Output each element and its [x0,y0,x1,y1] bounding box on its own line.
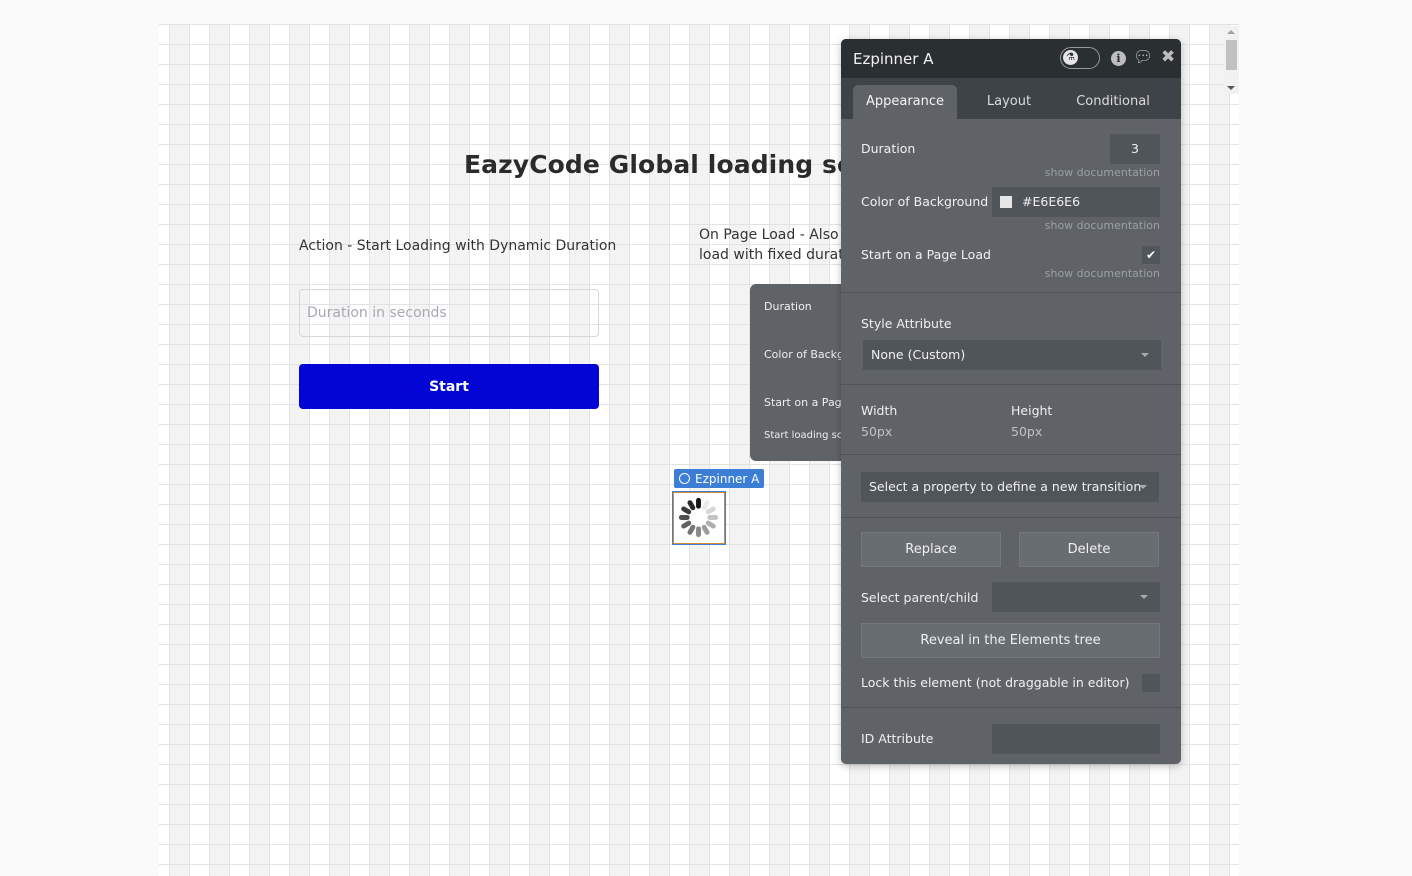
color-bg-doc-link[interactable]: show documentation [1045,219,1160,232]
start-on-load-checkbox[interactable]: ✔ [1142,246,1160,264]
chevron-down-icon [1140,595,1148,599]
spinner-petal [707,515,719,520]
spinner-petal [678,515,690,520]
color-bg-label: Color of Background [861,194,989,209]
divider [841,454,1181,455]
divider [841,707,1181,708]
element-circle-icon [679,473,690,484]
replace-button[interactable]: Replace [861,532,1001,567]
divider [841,517,1181,518]
id-attribute-label: ID Attribute [861,731,934,746]
duration-input[interactable] [299,289,599,337]
property-editor-panel: Ezpinner A ⚗ i 💬︎ ✖ Appearance Layout Co… [841,39,1181,764]
spinner-petal [696,497,701,509]
close-icon[interactable]: ✖ [1161,47,1175,67]
spinner-element[interactable] [672,491,726,545]
tab-conditional[interactable]: Conditional [1063,85,1163,119]
background-property-panel[interactable]: Duration Color of Backgr Start on a Page… [750,284,850,461]
width-label: Width [861,403,898,418]
ghost-start-label: Start on a Page [764,396,849,409]
parent-child-select[interactable] [992,582,1160,612]
start-on-load-label: Start on a Page Load [861,247,991,262]
scrollbar-thumb[interactable] [1226,40,1237,70]
color-swatch[interactable] [1000,196,1012,208]
style-attribute-label: Style Attribute [861,316,952,331]
duration-field[interactable]: 3 [1110,134,1160,164]
lock-label: Lock this element (not draggable in edit… [861,675,1130,690]
parent-child-label: Select parent/child [861,590,979,605]
id-attribute-input[interactable] [992,724,1160,754]
element-selection-tag[interactable]: Ezpinner A [674,469,764,488]
reveal-in-tree-button[interactable]: Reveal in the Elements tree [861,623,1160,658]
transition-select-value: Select a property to define a new transi… [869,479,1142,494]
color-bg-value: #E6E6E6 [1022,194,1081,209]
scroll-up-icon[interactable] [1227,30,1235,34]
tab-appearance[interactable]: Appearance [853,85,957,119]
divider [841,384,1181,385]
spinner-icon [678,497,719,538]
flask-icon: ⚗ [1063,50,1078,65]
element-tag-label: Ezpinner A [695,471,760,486]
property-editor-header[interactable]: Ezpinner A ⚗ i 💬︎ ✖ [841,39,1181,78]
chevron-down-icon [1139,485,1147,489]
start-button[interactable]: Start [299,364,599,409]
height-label: Height [1011,403,1053,418]
transition-select[interactable]: Select a property to define a new transi… [861,472,1159,502]
experimental-toggle[interactable]: ⚗ [1060,47,1100,69]
lock-checkbox[interactable] [1142,674,1160,692]
duration-doc-link[interactable]: show documentation [1045,166,1160,179]
start-on-load-doc-link[interactable]: show documentation [1045,267,1160,280]
delete-button[interactable]: Delete [1019,532,1159,567]
style-attribute-value: None (Custom) [871,347,966,362]
spinner-petal [696,526,701,538]
tab-layout[interactable]: Layout [969,85,1049,119]
canvas-scrollbar[interactable] [1224,26,1239,94]
divider [841,292,1181,293]
style-attribute-select[interactable]: None (Custom) [863,340,1161,370]
scroll-down-icon[interactable] [1227,86,1235,90]
property-editor-title: Ezpinner A [853,50,934,68]
color-bg-field[interactable]: #E6E6E6 [992,187,1160,217]
duration-label: Duration [861,141,916,156]
ghost-duration-label: Duration [764,300,812,313]
ghost-start-loading-label: Start loading scr [764,430,847,441]
property-editor-tabs: Appearance Layout Conditional [841,78,1181,119]
dynamic-duration-label[interactable]: Action - Start Loading with Dynamic Dura… [299,238,616,254]
comment-icon[interactable]: 💬︎ [1133,47,1153,66]
info-icon[interactable]: i [1111,51,1126,66]
height-value[interactable]: 50px [1011,424,1042,439]
chevron-down-icon [1141,353,1149,357]
ghost-color-label: Color of Backgr [764,348,849,361]
width-value[interactable]: 50px [861,424,892,439]
